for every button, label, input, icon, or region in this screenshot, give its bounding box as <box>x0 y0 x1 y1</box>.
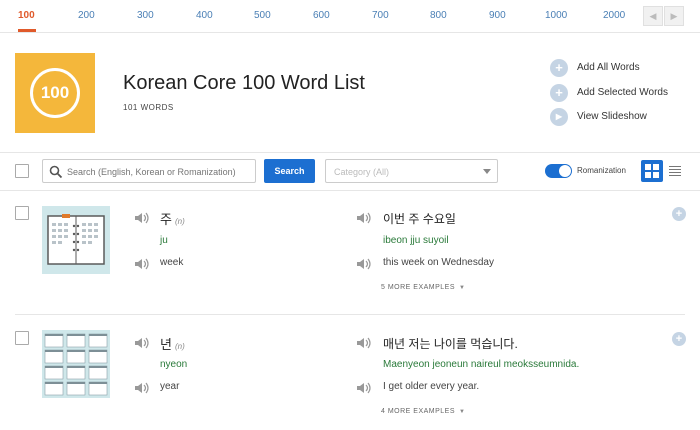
tab-300[interactable]: 300 <box>137 10 154 21</box>
tab-200[interactable]: 200 <box>78 10 95 21</box>
speaker-icon[interactable] <box>356 212 372 224</box>
search-icon <box>49 165 63 179</box>
add-word-button[interactable]: + <box>672 207 686 221</box>
page-title: Korean Core 100 Word List <box>123 72 365 94</box>
add-word-button[interactable]: + <box>672 332 686 346</box>
example-english: I get older every year. <box>383 381 480 392</box>
tab-2000[interactable]: 2000 <box>603 10 625 21</box>
chevron-down-icon: ▼ <box>459 409 466 415</box>
tab-100[interactable]: 100 <box>18 10 35 21</box>
chevron-left-icon[interactable]: ◀ <box>643 6 663 26</box>
search-field[interactable] <box>42 159 256 183</box>
tab-900[interactable]: 900 <box>489 10 506 21</box>
example-romanization: ibeon jju suyoil <box>383 235 449 246</box>
word-english: week <box>160 257 184 268</box>
grid-view-button[interactable] <box>641 160 663 182</box>
select-all-checkbox[interactable] <box>15 164 29 178</box>
grid-view-icon <box>645 164 651 170</box>
play-icon: ▶ <box>550 108 568 126</box>
search-input[interactable] <box>67 164 253 179</box>
romanization-label: Romanization <box>577 166 626 175</box>
plus-icon: + <box>550 84 568 102</box>
word-korean: 년 (n) <box>160 337 185 352</box>
badge-number: 100 <box>30 68 80 118</box>
more-examples-link[interactable]: 5 MORE EXAMPLES ▼ <box>381 284 465 291</box>
example-romanization: Maenyeon jeoneun naireul meoksseumnida. <box>383 359 580 370</box>
part-of-speech: (n) <box>174 342 185 351</box>
add-selected-words-label: Add Selected Words <box>577 87 668 98</box>
tab-1000[interactable]: 1000 <box>545 10 567 21</box>
speaker-icon[interactable] <box>356 258 372 270</box>
tab-500[interactable]: 500 <box>254 10 271 21</box>
chevron-down-icon <box>483 169 491 174</box>
list-view-icon <box>669 166 681 167</box>
active-tab-indicator <box>18 29 36 32</box>
list-view-button[interactable] <box>666 160 684 182</box>
speaker-icon[interactable] <box>356 337 372 349</box>
tab-400[interactable]: 400 <box>196 10 213 21</box>
speaker-icon[interactable] <box>134 337 150 349</box>
category-select[interactable]: Category (All) <box>325 159 498 183</box>
plus-icon: + <box>550 59 568 77</box>
example-korean: 이번 주 수요일 <box>383 212 456 226</box>
romanization-toggle[interactable] <box>545 164 572 178</box>
add-all-words-label: Add All Words <box>577 62 640 73</box>
example-english: this week on Wednesday <box>383 257 494 268</box>
view-slideshow-label: View Slideshow <box>577 111 647 122</box>
chevron-right-icon[interactable]: ▶ <box>664 6 684 26</box>
list-badge: 100 <box>15 53 95 133</box>
tab-800[interactable]: 800 <box>430 10 447 21</box>
word-romanization: ju <box>160 235 168 246</box>
example-korean: 매년 저는 나이를 먹습니다. <box>383 337 518 351</box>
category-value: Category (All) <box>334 167 390 177</box>
chevron-down-icon: ▼ <box>459 285 466 291</box>
word-romanization: nyeon <box>160 359 188 370</box>
word-image <box>42 330 110 398</box>
speaker-icon[interactable] <box>134 212 150 224</box>
toggle-knob <box>559 165 571 177</box>
divider <box>15 314 685 315</box>
speaker-icon[interactable] <box>134 382 150 394</box>
more-examples-link[interactable]: 4 MORE EXAMPLES ▼ <box>381 408 465 415</box>
divider <box>0 152 700 153</box>
speaker-icon[interactable] <box>356 382 372 394</box>
divider <box>0 190 700 191</box>
word-checkbox[interactable] <box>15 331 29 345</box>
speaker-icon[interactable] <box>134 258 150 270</box>
tab-600[interactable]: 600 <box>313 10 330 21</box>
tab-700[interactable]: 700 <box>372 10 389 21</box>
word-korean: 주 (n) <box>160 212 185 227</box>
part-of-speech: (n) <box>174 217 185 226</box>
word-english: year <box>160 381 180 392</box>
word-image <box>42 206 110 274</box>
word-checkbox[interactable] <box>15 206 29 220</box>
search-button[interactable]: Search <box>264 159 315 183</box>
word-count: 101 WORDS <box>123 103 174 112</box>
level-tabs: 100 200 300 400 500 600 700 800 900 1000… <box>0 0 700 33</box>
